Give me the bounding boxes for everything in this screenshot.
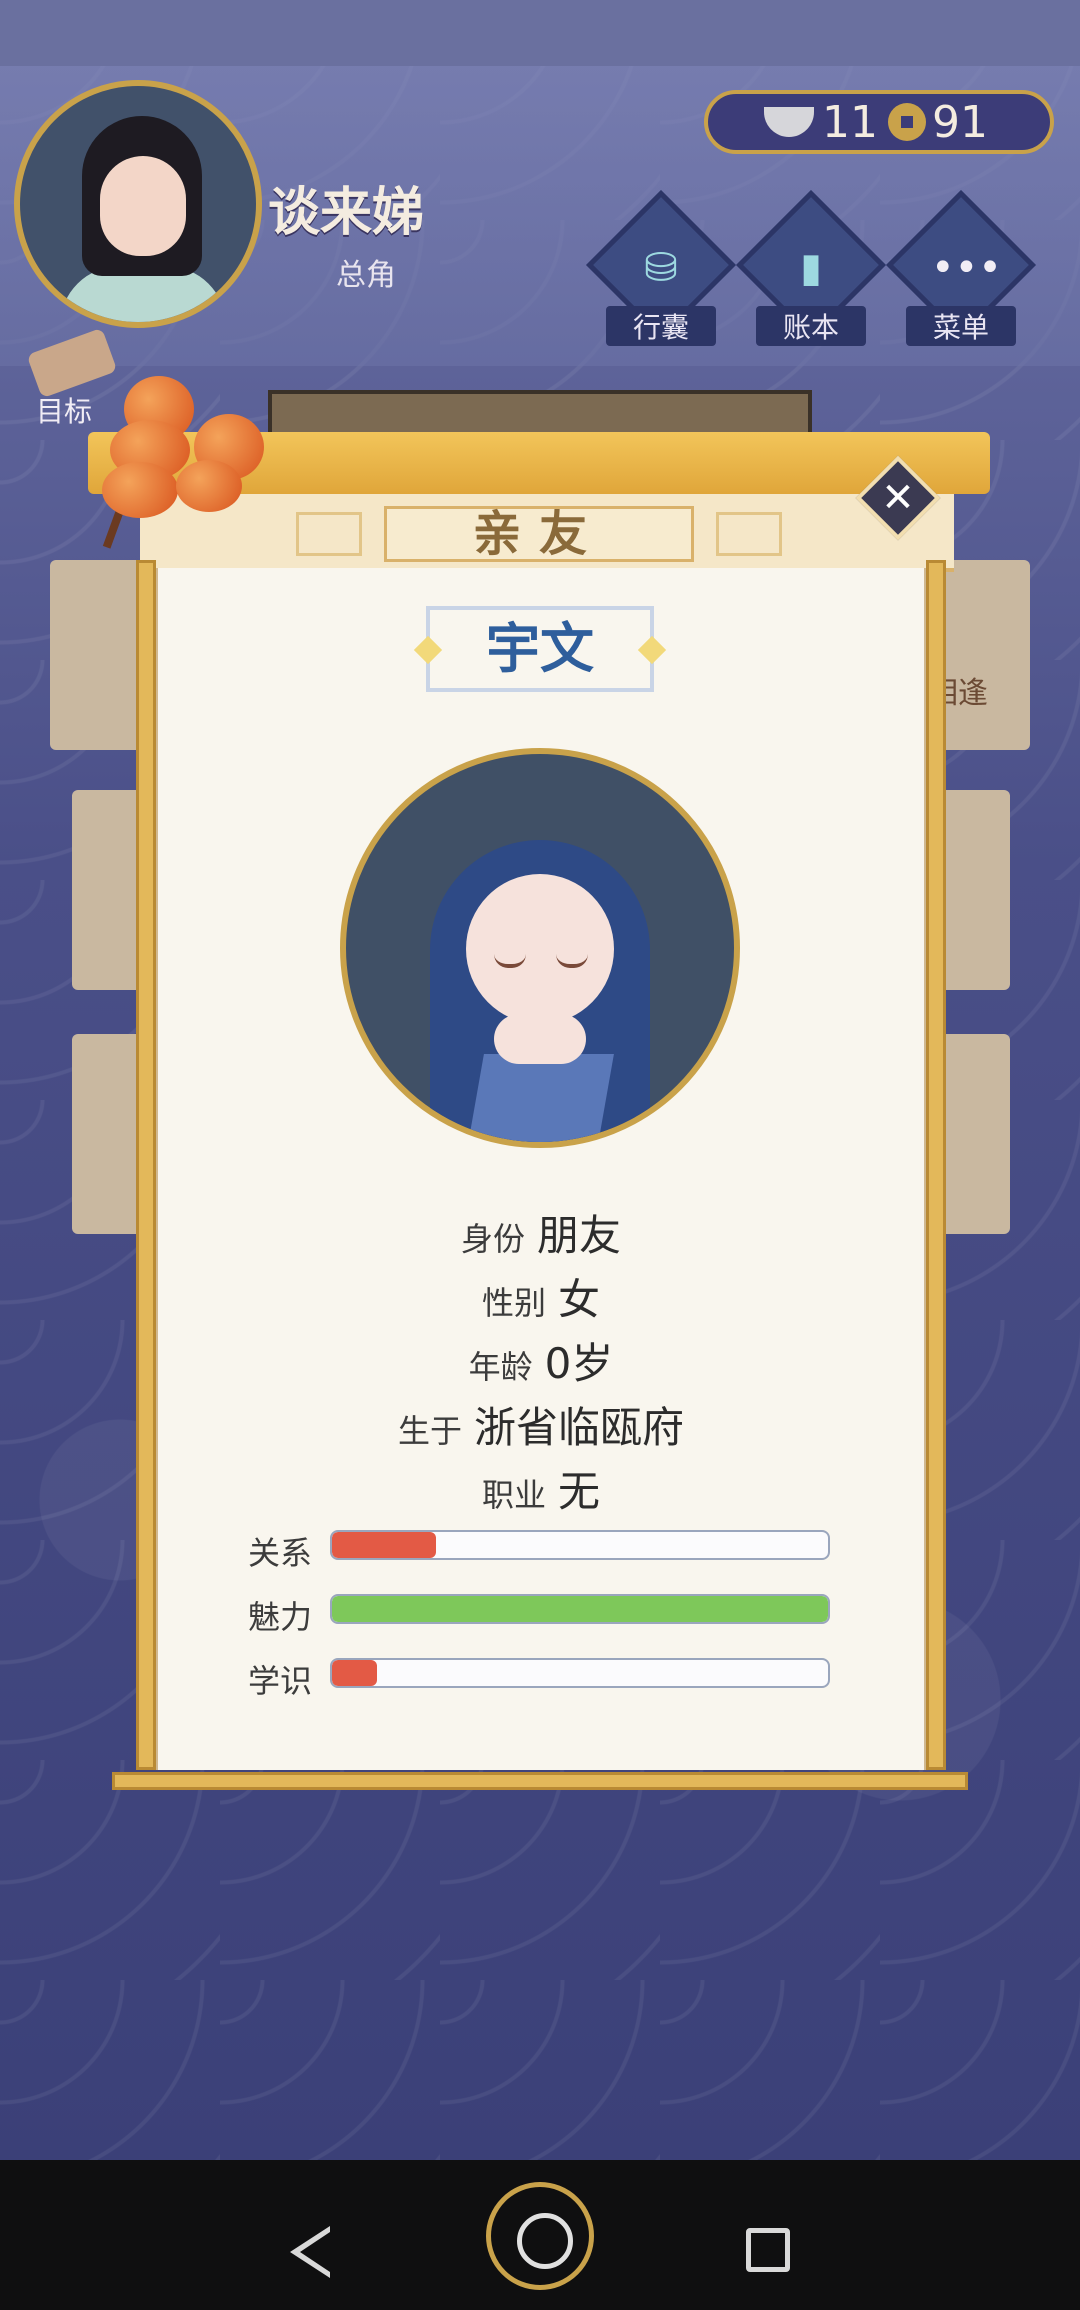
info-key: 生于 — [397, 1412, 462, 1450]
candied-fruit-icon — [102, 462, 178, 518]
npc-name: 宇文 — [426, 606, 654, 692]
bar-label: 学识 — [248, 1662, 313, 1700]
back-icon[interactable] — [290, 2226, 330, 2278]
scroll-bottom-rod — [112, 1772, 968, 1790]
bar-track — [330, 1530, 830, 1560]
recent-apps-icon[interactable] — [746, 2228, 790, 2272]
info-key: 年龄 — [468, 1348, 533, 1386]
candied-fruit-icon — [176, 460, 242, 512]
bag-icon: ⛁ — [644, 245, 678, 291]
bar-fill — [332, 1660, 377, 1686]
bar-fill — [332, 1596, 828, 1622]
info-value: 朋友 — [537, 1211, 622, 1260]
bag-label: 行囊 — [606, 306, 716, 346]
goal-label: 目标 — [36, 395, 93, 428]
silver-ingot-icon — [764, 107, 814, 137]
menu-button[interactable]: ••• 菜单 — [886, 190, 1036, 358]
copper-amount: 91 — [932, 96, 988, 148]
info-birthplace: 生于 浙省临瓯府 — [156, 1394, 926, 1455]
charm-bar: 魅力 — [248, 1592, 830, 1636]
header-ornament — [716, 512, 782, 556]
info-key: 性别 — [481, 1284, 546, 1322]
info-gender: 性别女 — [156, 1266, 926, 1327]
info-value: 0岁 — [544, 1339, 614, 1388]
bar-track — [330, 1594, 830, 1624]
home-icon[interactable] — [486, 2182, 594, 2290]
goal-button[interactable]: 目标 — [22, 327, 122, 430]
header-ornament — [296, 512, 362, 556]
info-key: 身份 — [460, 1220, 525, 1258]
bar-fill — [332, 1532, 437, 1558]
menu-label: 菜单 — [906, 306, 1016, 346]
npc-portrait — [340, 748, 740, 1148]
ledger-icon: ▮ — [799, 245, 822, 291]
menu-icon: ••• — [931, 245, 1002, 291]
avatar-face — [100, 156, 186, 256]
currency-bar: 11 91 — [704, 90, 1054, 154]
player-role: 总角 — [336, 258, 396, 293]
player-avatar[interactable] — [14, 80, 262, 328]
portrait-head — [466, 874, 614, 1024]
player-name: 谈来娣 — [268, 183, 425, 243]
scroll-rod — [926, 560, 946, 1770]
close-icon: ✕ — [881, 475, 915, 521]
info-key: 职业 — [481, 1476, 546, 1514]
portrait-collar — [468, 1054, 614, 1142]
knowledge-bar: 学识 — [248, 1656, 830, 1700]
info-age: 年龄 0岁 — [156, 1330, 926, 1391]
ledger-label: 账本 — [756, 306, 866, 346]
copper-coin-icon — [888, 103, 926, 141]
modal-title: 亲友 — [384, 506, 694, 562]
status-bar-area — [0, 0, 1080, 66]
info-value: 浙省临瓯府 — [474, 1403, 685, 1452]
info-value: 女 — [558, 1275, 601, 1324]
bar-label: 魅力 — [248, 1598, 313, 1636]
info-occupation: 职业无 — [156, 1458, 926, 1519]
bar-track — [330, 1658, 830, 1688]
silver-amount: 11 — [822, 96, 878, 148]
bag-button[interactable]: ⛁ 行囊 — [586, 190, 736, 358]
portrait-hands — [494, 1014, 586, 1064]
scroll-rod — [136, 560, 156, 1770]
info-value: 无 — [558, 1467, 601, 1516]
ledger-button[interactable]: ▮ 账本 — [736, 190, 886, 358]
background-card — [940, 790, 1010, 990]
bar-label: 关系 — [248, 1534, 313, 1572]
relationship-bar: 关系 — [248, 1528, 830, 1572]
info-identity: 身份 朋友 — [156, 1202, 926, 1263]
background-card — [940, 1034, 1010, 1234]
